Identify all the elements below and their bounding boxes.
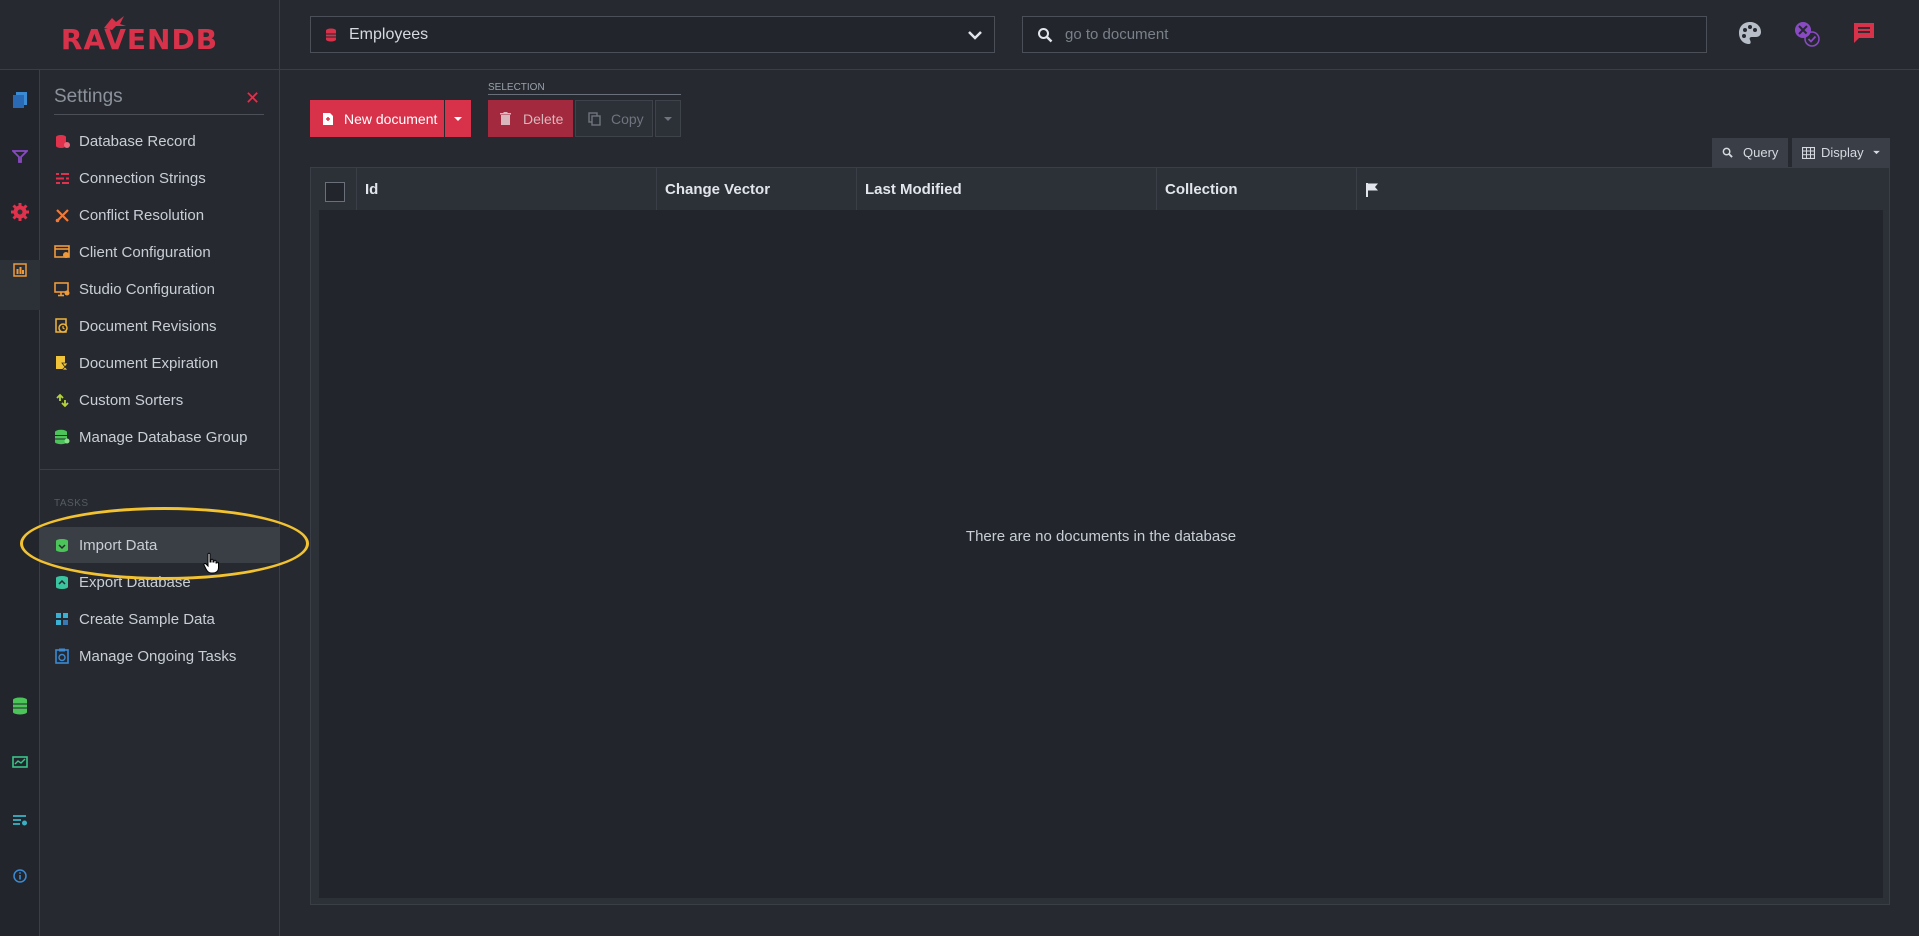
cluster-icon[interactable] [10, 752, 30, 772]
grid-header: Id Change Vector Last Modified Collectio… [319, 168, 1883, 210]
table-icon [1802, 146, 1815, 159]
stats-icon[interactable] [10, 260, 30, 280]
logo-area[interactable]: RAVENDB [0, 0, 280, 70]
menu-item-client-configuration[interactable]: Client Configuration [40, 234, 279, 270]
chat-icon[interactable] [1851, 20, 1877, 46]
copy-icon [588, 111, 601, 126]
studio-config-icon [54, 281, 70, 297]
query-button[interactable]: Query [1712, 138, 1788, 167]
caret-down-icon [454, 116, 462, 121]
menu-item-connection-strings[interactable]: Connection Strings [40, 160, 279, 196]
menu-item-label: Client Configuration [79, 243, 211, 261]
mouse-pointer-icon [203, 552, 219, 574]
search-icon [1722, 147, 1733, 158]
revisions-icon [54, 318, 70, 334]
sample-data-icon [54, 611, 70, 627]
databases-icon[interactable] [10, 696, 30, 716]
top-bar: RAVENDB Employees [0, 0, 1919, 70]
menu-item-studio-configuration[interactable]: Studio Configuration [40, 271, 279, 307]
menu-item-custom-sorters[interactable]: Custom Sorters [40, 382, 279, 418]
empty-state-message: There are no documents in the database [965, 528, 1237, 545]
search-box[interactable] [1022, 16, 1707, 53]
query-label: Query [1743, 145, 1779, 160]
menu-item-label: Connection Strings [79, 169, 206, 187]
menu-item-manage-database-group[interactable]: Manage Database Group [40, 419, 279, 455]
caret-down-icon [1872, 150, 1880, 155]
database-name: Employees [349, 25, 429, 43]
database-icon [326, 28, 336, 41]
palette-icon[interactable] [1737, 20, 1763, 46]
flag-icon [1366, 182, 1378, 197]
db-group-icon [54, 429, 70, 445]
copy-dropdown-button[interactable] [655, 100, 681, 137]
export-icon [54, 574, 70, 590]
menu-item-label: Document Revisions [79, 317, 217, 335]
notification-status-icon[interactable] [1793, 20, 1821, 48]
close-icon[interactable]: ✕ [245, 88, 260, 109]
grid-body: There are no documents in the database [319, 210, 1883, 898]
display-button[interactable]: Display [1792, 138, 1890, 167]
caret-down-icon [664, 116, 672, 121]
panel-title-underline [54, 114, 264, 115]
copy-button[interactable]: Copy [575, 100, 653, 137]
database-selector[interactable]: Employees [310, 16, 995, 53]
menu-item-label: Studio Configuration [79, 280, 215, 298]
conflict-icon [54, 207, 70, 223]
server-settings-icon[interactable] [10, 810, 30, 830]
selection-label: SELECTION [488, 82, 545, 93]
select-all-checkbox[interactable] [325, 182, 345, 202]
documents-grid: Id Change Vector Last Modified Collectio… [310, 167, 1890, 905]
new-document-button[interactable]: New document [310, 100, 444, 137]
menu-item-label: Manage Ongoing Tasks [79, 647, 237, 665]
menu-item-document-revisions[interactable]: Document Revisions [40, 308, 279, 344]
expiration-icon [54, 355, 70, 371]
menu-item-database-record[interactable]: Database Record [40, 123, 279, 159]
go-to-document-input[interactable] [1065, 26, 1665, 43]
selection-underline [488, 94, 681, 95]
column-header-id[interactable]: Id [357, 168, 657, 210]
menu-item-label: Document Expiration [79, 354, 219, 372]
delete-button[interactable]: Delete [488, 100, 573, 137]
menu-item-create-sample-data[interactable]: Create Sample Data [40, 601, 279, 637]
select-all-column [319, 168, 357, 210]
column-header-collection[interactable]: Collection [1157, 168, 1357, 210]
indexes-icon[interactable] [10, 146, 30, 166]
documents-icon[interactable] [10, 90, 30, 110]
delete-label: Delete [523, 110, 564, 127]
ongoing-tasks-icon [54, 648, 70, 664]
menu-item-label: Conflict Resolution [79, 206, 205, 224]
copy-label: Copy [611, 110, 644, 127]
app-logo: RAVENDB [60, 22, 219, 56]
settings-panel: Settings ✕ Database Record Connection St… [40, 70, 280, 936]
menu-item-document-expiration[interactable]: Document Expiration [40, 345, 279, 381]
about-icon[interactable] [10, 866, 30, 886]
settings-icon[interactable] [10, 202, 30, 222]
menu-item-manage-ongoing-tasks[interactable]: Manage Ongoing Tasks [40, 638, 279, 674]
menu-item-label: Manage Database Group [79, 428, 248, 446]
sorters-icon [54, 392, 70, 408]
trash-icon [500, 112, 511, 125]
menu-item-conflict-resolution[interactable]: Conflict Resolution [40, 197, 279, 233]
section-divider [40, 469, 279, 470]
new-document-dropdown-button[interactable] [445, 100, 471, 137]
tasks-section-label: TASKS [54, 498, 89, 509]
display-label: Display [1821, 145, 1864, 160]
menu-item-label: Custom Sorters [79, 391, 184, 409]
connection-strings-icon [54, 170, 70, 186]
highlight-annotation [20, 507, 309, 580]
column-header-flags[interactable] [1357, 168, 1417, 210]
new-document-icon [323, 112, 333, 125]
database-record-icon [54, 133, 70, 149]
new-document-label: New document [344, 110, 438, 127]
panel-title: Settings [54, 86, 123, 107]
chevron-down-icon [968, 31, 982, 40]
column-header-change-vector[interactable]: Change Vector [657, 168, 857, 210]
menu-item-label: Create Sample Data [79, 610, 215, 628]
client-config-icon [54, 244, 70, 260]
column-header-last-modified[interactable]: Last Modified [857, 168, 1157, 210]
search-icon [1038, 27, 1053, 42]
menu-item-label: Database Record [79, 132, 196, 150]
left-rail [0, 70, 40, 936]
